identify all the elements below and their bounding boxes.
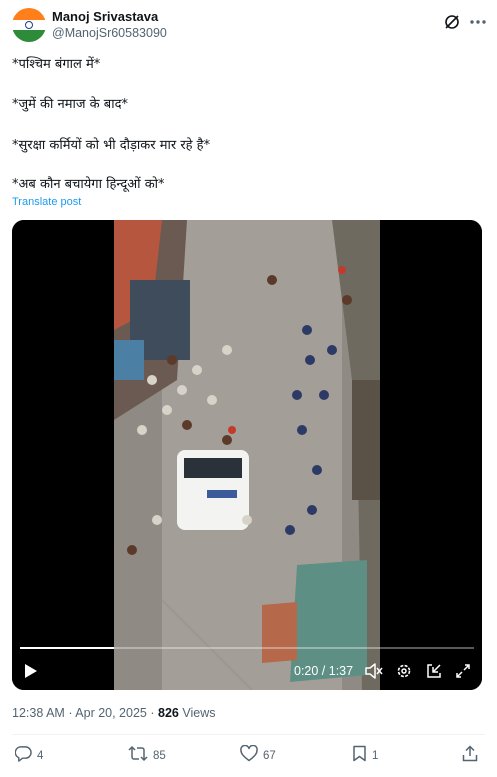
post-text-line: *अब कौन बचायेगा हिन्दूओं को*: [12, 177, 165, 192]
author-name[interactable]: Manoj Srivastava: [52, 9, 158, 24]
play-icon[interactable]: [22, 662, 40, 680]
post-date[interactable]: Apr 20, 2025: [75, 706, 147, 720]
video-player[interactable]: 0:20 / 1:37: [12, 220, 482, 690]
video-frame: [12, 220, 482, 690]
bookmark-icon: [352, 745, 367, 767]
fullscreen-icon[interactable]: [454, 662, 472, 680]
repost-icon: [128, 745, 148, 767]
post-header: Manoj Srivastava @ManojSr60583090: [12, 8, 488, 44]
like-count: 67: [263, 750, 276, 762]
author-handle[interactable]: @ManojSr60583090: [52, 26, 167, 40]
bookmark-button[interactable]: 1: [352, 745, 379, 767]
action-bar: 4 85 67 1: [0, 744, 497, 768]
post-time[interactable]: 12:38 AM: [12, 706, 65, 720]
views-count: 826: [158, 706, 179, 720]
video-progress-fill: [20, 647, 114, 649]
more-icon[interactable]: [468, 12, 488, 32]
share-icon: [462, 745, 478, 767]
views-label: Views: [182, 706, 216, 720]
post-text-line: *सुरक्षा कर्मियों को भी दौड़ाकर मार रहे …: [12, 138, 211, 153]
reply-count: 4: [37, 750, 44, 762]
video-progress-bar[interactable]: [20, 647, 474, 649]
repost-button[interactable]: 85: [128, 745, 166, 767]
translate-post-link[interactable]: Translate post: [12, 196, 81, 208]
settings-icon[interactable]: [395, 662, 413, 680]
meta-separator: ·: [150, 706, 155, 720]
picture-in-picture-icon[interactable]: [425, 662, 443, 680]
volume-icon[interactable]: [365, 662, 383, 680]
reply-button[interactable]: 4: [14, 745, 44, 767]
like-icon: [240, 744, 258, 767]
video-time: 0:20 / 1:37: [294, 664, 354, 678]
reply-icon: [14, 745, 32, 767]
repost-count: 85: [153, 750, 166, 762]
post-text-line: *जुमें की नमाज के बाद*: [12, 97, 128, 112]
divider: [12, 734, 485, 735]
share-button[interactable]: [462, 745, 478, 767]
bookmark-count: 1: [372, 750, 379, 762]
like-button[interactable]: 67: [240, 744, 276, 767]
grok-icon[interactable]: [442, 12, 462, 32]
meta-separator: ·: [68, 706, 73, 720]
avatar[interactable]: [12, 8, 46, 42]
post-meta: 12:38 AM · Apr 20, 2025 · 826 Views: [12, 706, 215, 720]
post-text-line: *पश्चिम बंगाल में*: [12, 57, 101, 72]
